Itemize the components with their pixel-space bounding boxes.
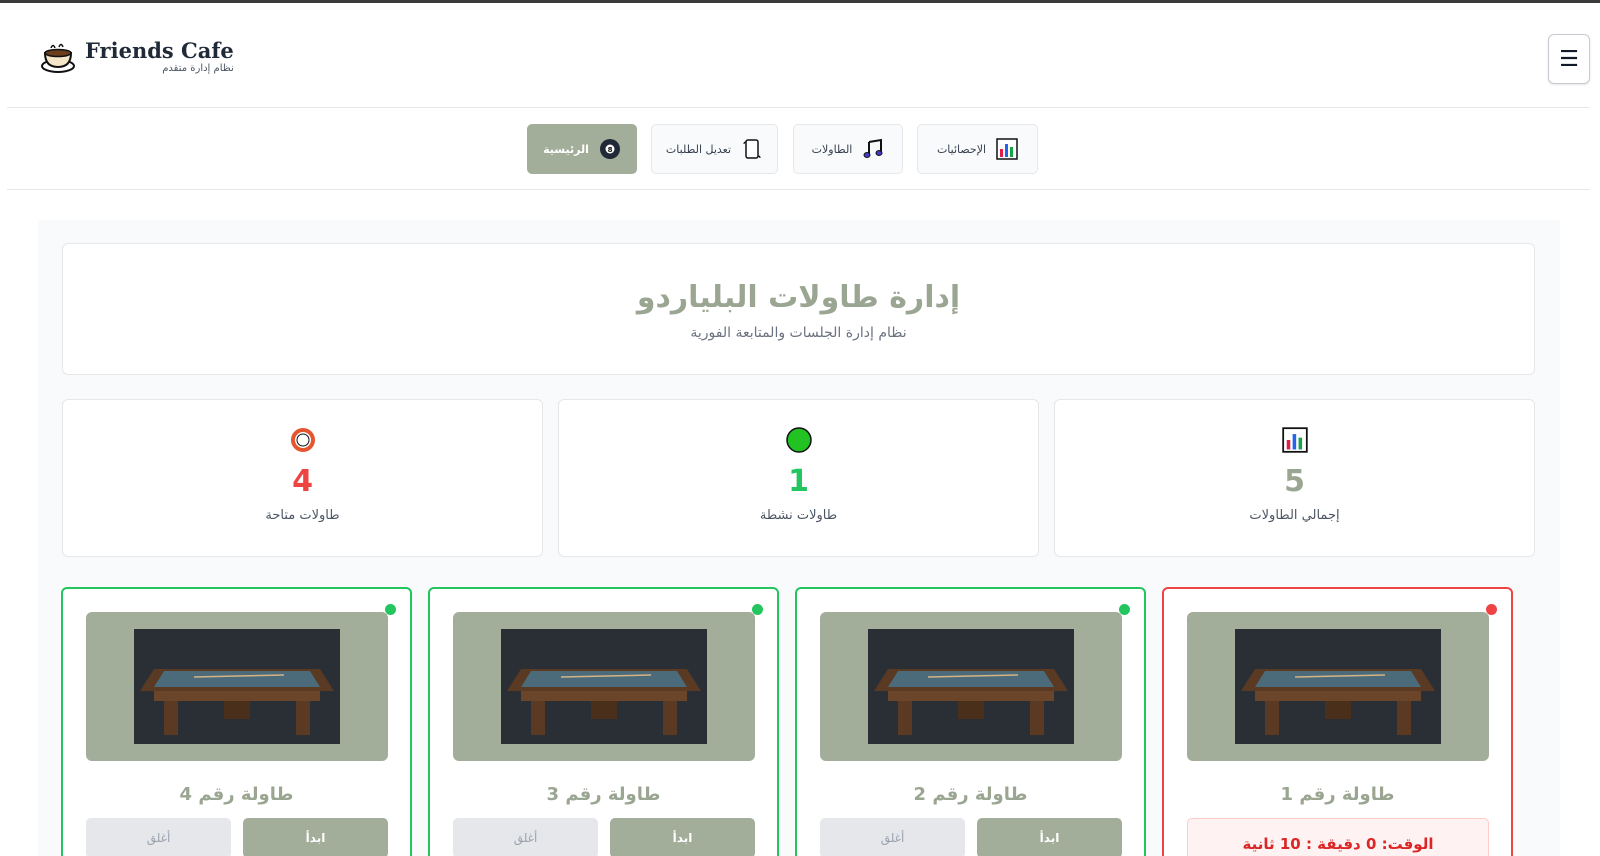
table-card-4: طاولة رقم 4 أغلق ابدأ (61, 587, 412, 856)
bar-chart-icon (1281, 426, 1309, 454)
hamburger-icon: ☰ (1559, 46, 1579, 72)
billiard-table-icon (501, 629, 707, 744)
nav-item-label: الإحصائيات (936, 142, 987, 156)
stat-value: 4 (292, 464, 313, 499)
page-title: إدارة طاولات البلياردو (636, 280, 961, 315)
nav-item-tables[interactable]: الطاولات (793, 124, 903, 174)
stat-label: طاولات نشطة (759, 508, 838, 523)
hero-panel: إدارة طاولات البلياردو نظام إدارة الجلسا… (62, 243, 1535, 375)
bar-chart-icon (996, 138, 1018, 160)
nav-item-label: الرئيسية (543, 142, 589, 156)
billiard-table-image (86, 612, 388, 761)
stat-total-tables: 5 إجمالي الطاولات (1054, 399, 1535, 557)
table-card-2: طاولة رقم 2 أغلق ابدأ (795, 587, 1146, 856)
session-timer: الوقت: 0 دقيقة : 10 ثانية (1187, 818, 1489, 856)
table-name: طاولة رقم 3 (546, 784, 661, 805)
brand-subtitle: نظام إدارة متقدم (162, 63, 234, 75)
coffee-cup-icon (41, 43, 75, 73)
green-circle-icon (785, 426, 813, 454)
billiard-table-image (453, 612, 755, 761)
nav-item-home[interactable]: الرئيسية 8 (527, 124, 637, 174)
start-table-button[interactable]: ابدأ (977, 818, 1122, 856)
top-nav: الإحصائيات الطاولات تعديل الطلبات الرئيس… (7, 108, 1590, 190)
scroll-icon (741, 138, 763, 160)
table-name: طاولة رقم 2 (913, 784, 1028, 805)
eight-ball-icon: 8 (599, 138, 621, 160)
header: Friends Cafe نظام إدارة متقدم ☰ (7, 3, 1590, 108)
brand-logo-wrap (39, 39, 77, 75)
table-name: طاولة رقم 4 (179, 784, 294, 805)
stat-value: 1 (788, 464, 809, 499)
hollow-red-circle-icon (289, 426, 317, 454)
table-card-3: طاولة رقم 3 أغلق ابدأ (428, 587, 779, 856)
music-notes-icon (862, 138, 884, 160)
start-table-button[interactable]: ابدأ (610, 818, 755, 856)
nav-item-edit-orders[interactable]: تعديل الطلبات (651, 124, 778, 174)
nav-item-label: الطاولات (811, 142, 853, 156)
stat-active-tables: 1 طاولات نشطة (558, 399, 1039, 557)
main-content: إدارة طاولات البلياردو نظام إدارة الجلسا… (38, 220, 1560, 856)
nav-item-label: تعديل الطلبات (665, 142, 732, 156)
menu-button[interactable]: ☰ (1548, 34, 1590, 84)
svg-text:8: 8 (607, 146, 612, 154)
brand-text: Friends Cafe نظام إدارة متقدم (85, 39, 234, 74)
close-table-button[interactable]: أغلق (820, 818, 965, 856)
billiard-table-image (820, 612, 1122, 761)
stat-available-tables: 4 طاولات متاحة (62, 399, 543, 557)
page-subtitle: نظام إدارة الجلسات والمتابعة الفورية (690, 325, 907, 341)
brand-title: Friends Cafe (85, 38, 234, 63)
billiard-table-icon (868, 629, 1074, 744)
billiard-table-image (1187, 612, 1489, 761)
table-card-1: طاولة رقم 1 الوقت: 0 دقيقة : 10 ثانية (1162, 587, 1513, 856)
close-table-button[interactable]: أغلق (86, 818, 231, 856)
nav-item-statistics[interactable]: الإحصائيات (917, 124, 1038, 174)
start-table-button[interactable]: ابدأ (243, 818, 388, 856)
stat-label: طاولات متاحة (265, 508, 340, 523)
brand[interactable]: Friends Cafe نظام إدارة متقدم (85, 39, 234, 74)
stat-label: إجمالي الطاولات (1249, 508, 1340, 523)
table-name: طاولة رقم 1 (1280, 784, 1395, 805)
billiard-table-icon (134, 629, 340, 744)
stat-value: 5 (1284, 464, 1305, 499)
close-table-button[interactable]: أغلق (453, 818, 598, 856)
billiard-table-icon (1235, 629, 1441, 744)
